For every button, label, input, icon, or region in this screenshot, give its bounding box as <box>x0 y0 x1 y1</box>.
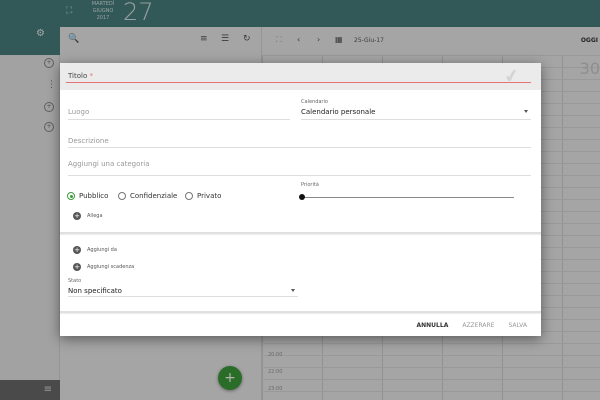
category-underline <box>68 175 531 176</box>
cancel-button[interactable]: ANNULLA <box>416 322 448 329</box>
chevron-down-icon[interactable] <box>524 110 528 113</box>
reset-button[interactable]: AZZERARE <box>462 322 494 329</box>
add-deadline-label: Aggiungi scadenza <box>87 264 135 270</box>
add-start-button[interactable]: + Aggiungi da <box>73 246 117 254</box>
radio-circle-icon <box>118 192 126 200</box>
priority-label: Priorità <box>301 182 319 188</box>
location-underline <box>68 119 290 120</box>
chevron-down-icon[interactable] <box>291 289 295 292</box>
radio-confidential[interactable]: Confidenziale <box>118 192 177 200</box>
title-label-text: Titolo <box>68 72 88 80</box>
new-event-dialog: Titolo * ✔ Luogo Calendario Calendario p… <box>60 63 541 336</box>
title-field[interactable]: Titolo * ✔ <box>60 63 541 90</box>
description-underline <box>68 147 531 148</box>
calendar-select-label: Calendario <box>301 99 328 105</box>
add-icon: + <box>73 246 81 254</box>
priority-slider-track[interactable] <box>303 197 514 198</box>
status-select-underline <box>68 296 298 297</box>
section-divider <box>60 232 541 234</box>
add-icon: + <box>73 212 81 220</box>
section-divider <box>60 311 541 313</box>
radio-circle-icon <box>185 192 193 200</box>
title-label: Titolo * <box>68 72 93 80</box>
radio-public[interactable]: Pubblico <box>67 192 108 200</box>
category-input[interactable]: Aggiungi una categoria <box>68 160 150 168</box>
calendar-select-underline <box>301 119 531 120</box>
save-button[interactable]: SALVA <box>508 322 527 329</box>
description-input[interactable]: Descrizione <box>68 137 109 145</box>
location-input[interactable]: Luogo <box>68 108 89 116</box>
dialog-actions: ANNULLA AZZERARE SALVA <box>416 322 527 329</box>
radio-private-label: Privato <box>197 192 222 200</box>
attach-label: Allega <box>87 213 103 219</box>
title-underline <box>66 82 531 83</box>
add-deadline-button[interactable]: + Aggiungi scadenza <box>73 263 134 271</box>
radio-private[interactable]: Privato <box>185 192 221 200</box>
status-label: Stato <box>68 278 82 284</box>
priority-slider-thumb[interactable] <box>299 194 305 200</box>
radio-circle-icon <box>67 192 75 200</box>
radio-public-label: Pubblico <box>79 192 109 200</box>
status-select[interactable]: Non specificato <box>68 287 122 295</box>
add-start-label: Aggiungi da <box>87 247 117 253</box>
attach-button[interactable]: + Allega <box>73 212 103 220</box>
radio-confidential-label: Confidenziale <box>130 192 178 200</box>
add-icon: + <box>73 263 81 271</box>
checkbox-icon: ✔ <box>502 64 522 89</box>
required-mark: * <box>89 72 94 80</box>
calendar-select[interactable]: Calendario personale <box>301 108 375 116</box>
